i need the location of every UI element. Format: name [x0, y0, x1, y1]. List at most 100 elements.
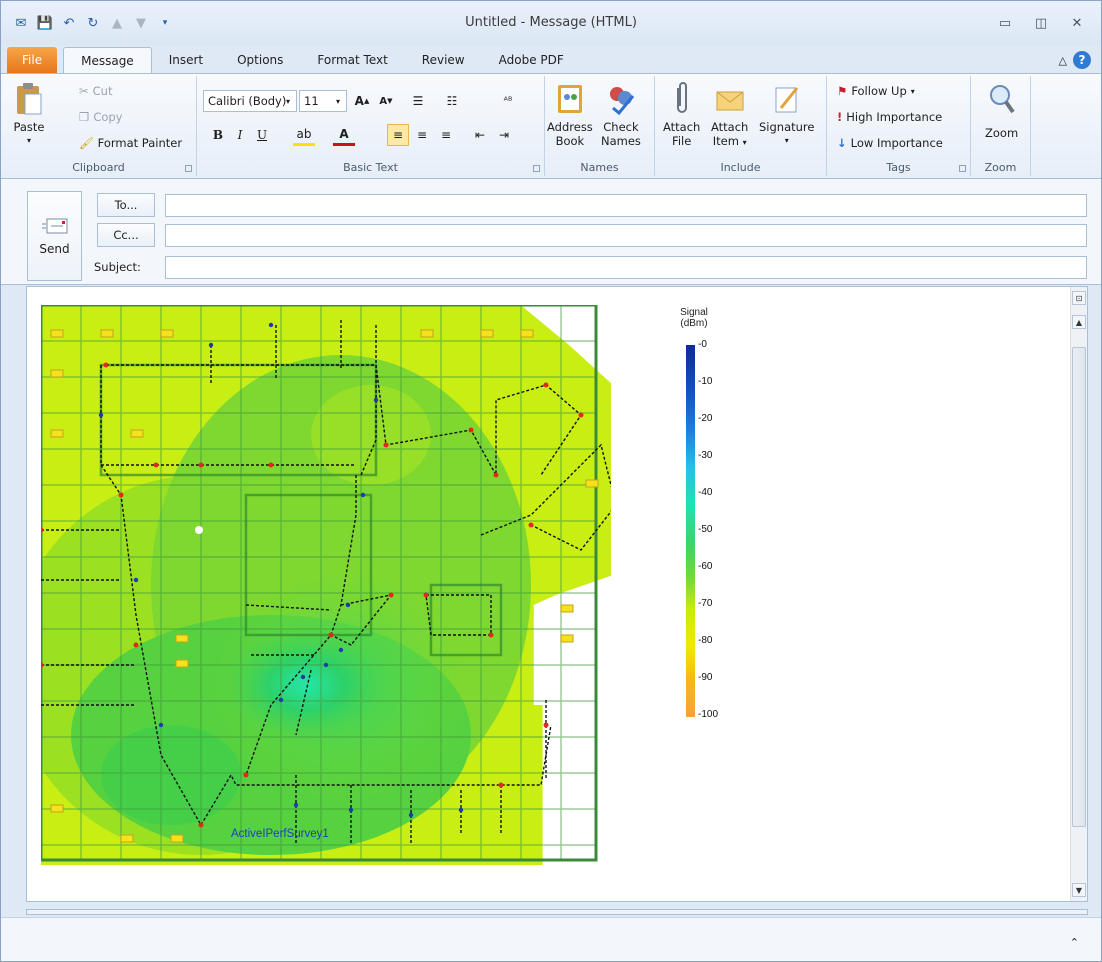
font-size-combo[interactable]: 11 ▾ [299, 90, 347, 112]
zoom-button[interactable]: Zoom [985, 82, 1018, 140]
minimize-icon[interactable]: ▭ [993, 13, 1017, 33]
paste-button[interactable]: Paste ▾ [13, 82, 45, 148]
legend-tick: -10 [698, 376, 713, 387]
ribbon: Paste ▾ ✂ Cut ❐ Copy 🖌 Format Painter Clipb… [1, 73, 1101, 179]
flag-icon: ⚑ [837, 84, 848, 98]
include-group: Attach File Attach Item ▾ Signature ▾ In… [655, 76, 827, 176]
clipboard-group: Paste ▾ ✂ Cut ❐ Copy 🖌 Format Painter Clipb… [1, 76, 197, 176]
to-button[interactable]: To... [97, 193, 155, 217]
scroll-down-arrow[interactable]: ▼ [1072, 883, 1086, 897]
zoom-label: Zoom [984, 161, 1017, 174]
title-bar: ✉ 💾 ↶ ↻ ▲ ▼ ▾ Untitled - Message (HTML) … [1, 1, 1101, 45]
italic-icon[interactable]: I [229, 124, 251, 146]
exclamation-icon: ! [837, 110, 843, 124]
format-painter-button[interactable]: 🖌 Format Painter [79, 136, 182, 150]
attach-item-button[interactable]: Attach Item ▾ [711, 82, 748, 150]
attach-file-button[interactable]: Attach File [663, 82, 700, 148]
tab-options[interactable]: Options [220, 47, 300, 73]
tab-insert[interactable]: Insert [152, 47, 220, 73]
cut-button[interactable]: ✂ Cut [79, 84, 112, 98]
highlight-icon[interactable]: ab [293, 124, 315, 146]
align-left-icon[interactable]: ≡ [387, 124, 409, 146]
legend-tick: -20 [698, 413, 713, 424]
check-names-icon [609, 87, 635, 116]
increase-indent-icon[interactable]: ⇥ [493, 124, 515, 146]
font-name-combo[interactable]: Calibri (Body) ▾ [203, 90, 297, 112]
copy-icon: ❐ [79, 110, 90, 124]
basic-text-label: Basic Text [343, 161, 398, 174]
subject-field[interactable] [165, 256, 1087, 279]
clipboard-dialog-launcher[interactable] [185, 165, 192, 172]
message-header: Send To... Cc... Subject: [1, 179, 1101, 285]
align-right-icon[interactable]: ≡ [435, 124, 457, 146]
survey-label: ActiveIPerfSurvey1 [231, 828, 329, 840]
cc-field[interactable] [165, 224, 1087, 247]
window-controls: ▭ ◫ ✕ [993, 13, 1089, 33]
zoom-group: Zoom Zoom [971, 76, 1031, 176]
magnifier-icon [989, 85, 1015, 114]
tags-dialog-launcher[interactable] [959, 165, 966, 172]
font-color-icon[interactable]: A [333, 124, 355, 146]
vertical-scrollbar[interactable]: ⊡ ▲ ▼ [1070, 287, 1087, 901]
minimize-ribbon-icon[interactable]: △ [1059, 54, 1067, 67]
clipboard-label: Clipboard [72, 161, 125, 174]
signal-legend: Signal (dBm) -0 -10 -20 -30 -40 -50 -60 … [680, 307, 744, 737]
tab-format-text[interactable]: Format Text [300, 47, 404, 73]
decrease-indent-icon[interactable]: ⇤ [469, 124, 491, 146]
send-button[interactable]: Send [27, 191, 82, 281]
copy-button[interactable]: ❐ Copy [79, 110, 122, 124]
scroll-up-arrow[interactable]: ▲ [1072, 315, 1086, 329]
splitter-bar[interactable] [26, 909, 1088, 915]
heatmap-floorplan-image: ActiveIPerfSurvey1 [41, 305, 611, 865]
bold-icon[interactable]: B [207, 124, 229, 146]
legend-tick: -60 [698, 561, 713, 572]
help-area: △ ? [1059, 51, 1091, 69]
legend-tick: -90 [698, 672, 713, 683]
low-importance-button[interactable]: ↓ Low Importance [837, 136, 943, 150]
paperclip-icon [676, 82, 687, 113]
to-field[interactable] [165, 194, 1087, 217]
ruler-toggle-icon[interactable]: ⊡ [1072, 291, 1086, 305]
brush-icon: 🖌 [79, 136, 94, 150]
follow-up-button[interactable]: ⚑ Follow Up ▾ [837, 84, 915, 98]
underline-icon[interactable]: U [251, 124, 273, 146]
check-names-button[interactable]: Check Names [601, 82, 641, 148]
legend-color-bar [686, 345, 695, 717]
send-icon [41, 218, 67, 234]
tab-message[interactable]: Message [63, 47, 152, 73]
people-pane: ⌃ [1, 917, 1101, 961]
grow-font-icon[interactable]: A ▲ [351, 90, 373, 112]
legend-tick: -80 [698, 635, 713, 646]
tab-file[interactable]: File [7, 47, 58, 73]
signature-button[interactable]: Signature ▾ [759, 82, 814, 148]
align-center-icon[interactable]: ≡ [411, 124, 433, 146]
names-label: Names [580, 161, 619, 174]
high-importance-button[interactable]: ! High Importance [837, 110, 942, 124]
expand-people-pane-icon[interactable]: ⌃ [1070, 936, 1079, 949]
numbering-icon[interactable]: ☷ [441, 90, 463, 112]
cc-button[interactable]: Cc... [97, 223, 155, 247]
tab-review[interactable]: Review [405, 47, 482, 73]
address-book-button[interactable]: Address Book [547, 82, 593, 148]
bullets-icon[interactable]: ☰ [407, 90, 429, 112]
signature-icon [775, 87, 798, 113]
close-icon[interactable]: ✕ [1065, 13, 1089, 33]
outlook-message-window: ✉ 💾 ↶ ↻ ▲ ▼ ▾ Untitled - Message (HTML) … [0, 0, 1102, 962]
help-icon[interactable]: ? [1073, 51, 1091, 69]
legend-tick: -50 [698, 524, 713, 535]
scissors-icon: ✂ [79, 84, 89, 98]
basic-text-dialog-launcher[interactable] [533, 165, 540, 172]
scroll-thumb[interactable] [1072, 347, 1086, 827]
shrink-font-icon[interactable]: A ▼ [375, 90, 397, 112]
maximize-icon[interactable]: ◫ [1029, 13, 1053, 33]
tab-adobe-pdf[interactable]: Adobe PDF [482, 47, 581, 73]
ribbon-tabs: File Message Insert Options Format Text … [1, 45, 1101, 73]
chevron-down-icon: ▾ [286, 96, 291, 106]
styles-icon[interactable]: ᴬᴮ [497, 90, 519, 112]
chevron-down-icon: ▾ [742, 138, 747, 147]
chevron-down-icon: ▾ [336, 96, 341, 106]
legend-tick: -100 [698, 709, 719, 720]
legend-tick: -70 [698, 598, 713, 609]
basic-text-group: Calibri (Body) ▾ 11 ▾ A ▲ A ▼ ☰ ☷ ᴬᴮ B I U a… [197, 76, 545, 176]
message-body[interactable]: ActiveIPerfSurvey1 Signal (dBm) -0 -10 -… [26, 286, 1088, 902]
